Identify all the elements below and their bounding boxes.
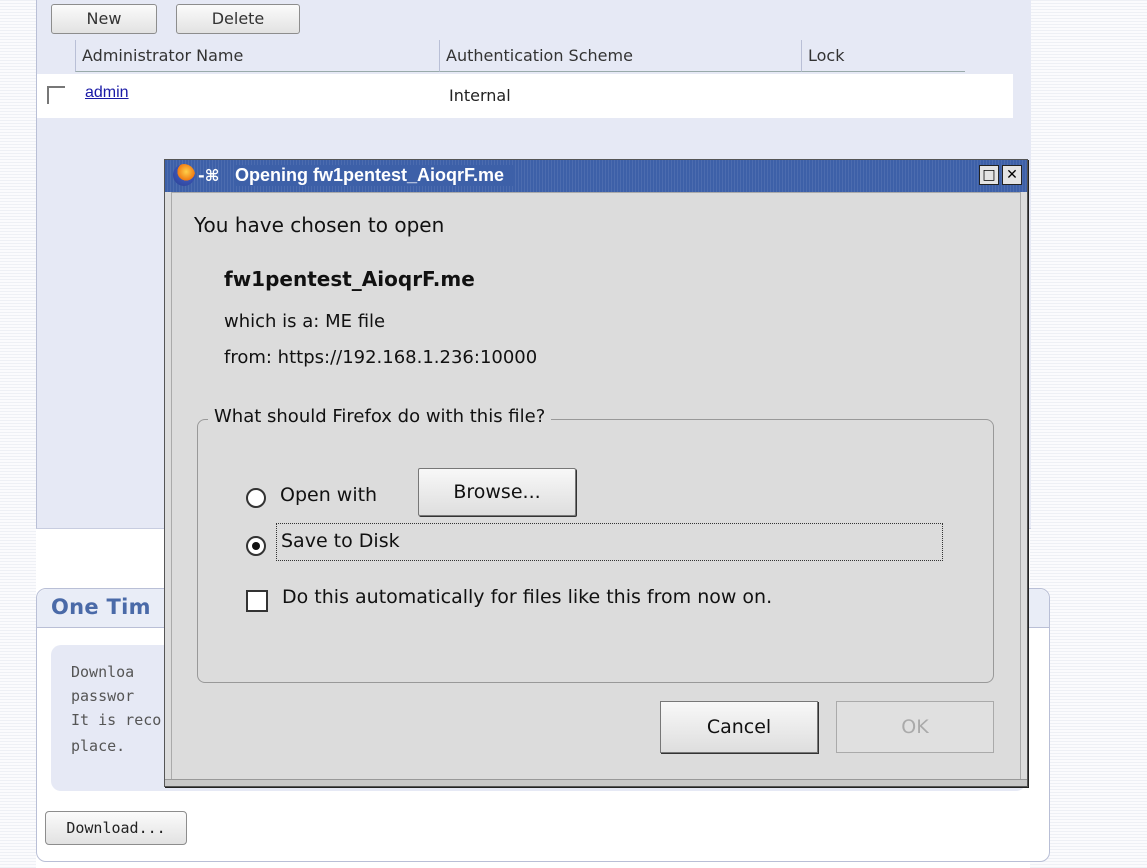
open-with-label[interactable]: Open with: [280, 484, 377, 506]
row-checkbox[interactable]: [47, 86, 65, 104]
column-header-authentication-scheme[interactable]: Authentication Scheme: [439, 40, 801, 72]
save-to-disk-option[interactable]: Save to Disk: [276, 523, 943, 561]
ok-button[interactable]: OK: [836, 701, 994, 753]
close-icon[interactable]: ✕: [1002, 165, 1022, 185]
firefox-icon: [173, 164, 195, 186]
file-name: fw1pentest_AioqrF.me: [224, 267, 475, 291]
column-header-administrator-name[interactable]: Administrator Name: [75, 40, 439, 72]
dialog-titlebar[interactable]: -⌘ Opening fw1pentest_AioqrF.me □ ✕: [165, 160, 1027, 192]
auto-checkbox-label[interactable]: Do this automatically for files like thi…: [282, 586, 772, 608]
download-button[interactable]: Download...: [45, 811, 187, 845]
intro-text: You have chosen to open: [194, 213, 445, 237]
open-with-radio[interactable]: [246, 488, 266, 508]
save-to-disk-label[interactable]: Save to Disk: [281, 530, 400, 552]
description-line: passwor: [71, 687, 135, 705]
page-background-left: [0, 0, 36, 868]
file-type: which is a: ME file: [224, 311, 386, 332]
browse-button[interactable]: Browse...: [418, 468, 576, 516]
dialog-resize-bar[interactable]: [165, 779, 1027, 786]
action-question: What should Firefox do with this file?: [208, 406, 552, 427]
admin-name-link[interactable]: admin: [85, 84, 129, 102]
dialog-body: You have chosen to open fw1pentest_Aioqr…: [171, 192, 1021, 780]
pin-icon[interactable]: -⌘: [198, 166, 219, 185]
description-line: It is reco: [71, 711, 162, 729]
description-line: Downloa: [71, 663, 135, 681]
table-row: admin Internal: [37, 74, 1013, 118]
cancel-button[interactable]: Cancel: [660, 701, 818, 753]
save-to-disk-radio[interactable]: [246, 536, 266, 556]
one-time-title: One Tim: [51, 595, 151, 619]
dialog-title: Opening fw1pentest_AioqrF.me: [235, 165, 515, 186]
maximize-icon[interactable]: □: [979, 165, 999, 185]
new-button[interactable]: New: [51, 4, 157, 34]
file-source: from: https://192.168.1.236:10000: [224, 347, 538, 368]
auto-checkbox[interactable]: [246, 590, 268, 612]
description-line: place.: [71, 737, 126, 755]
open-file-dialog: -⌘ Opening fw1pentest_AioqrF.me □ ✕ You …: [164, 159, 1028, 787]
auth-scheme-cell: Internal: [449, 86, 511, 105]
action-group: What should Firefox do with this file? O…: [197, 406, 994, 683]
column-header-lock[interactable]: Lock: [801, 40, 965, 72]
delete-button[interactable]: Delete: [176, 4, 300, 34]
